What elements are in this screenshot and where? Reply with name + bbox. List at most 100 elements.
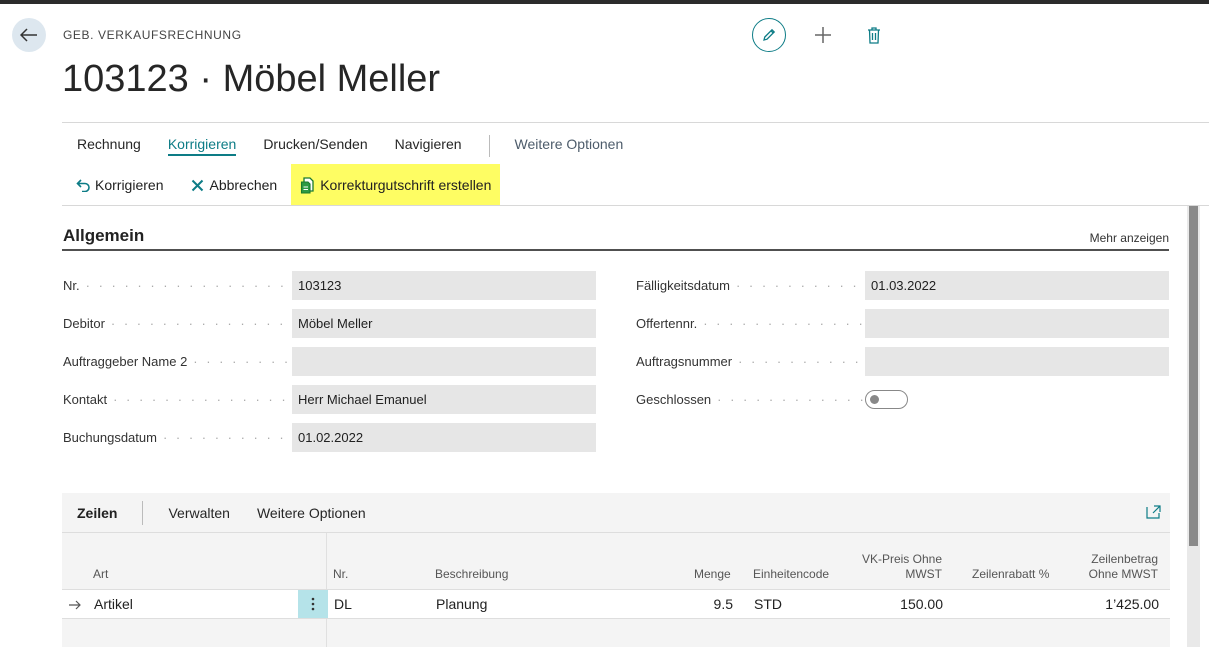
header-divider bbox=[62, 122, 1209, 123]
undo-icon bbox=[76, 178, 90, 192]
kontakt-input[interactable]: Herr Michael Emanuel bbox=[292, 384, 596, 414]
toggle-knob bbox=[870, 394, 879, 404]
cell-nr[interactable]: DL bbox=[334, 590, 352, 618]
buchungsdatum-input[interactable]: 01.02.2022 bbox=[292, 422, 596, 452]
credit-memo-icon bbox=[300, 176, 315, 194]
new-button[interactable] bbox=[810, 22, 836, 48]
tab-navigieren[interactable]: Navigieren bbox=[395, 136, 462, 156]
edit-button[interactable] bbox=[752, 18, 786, 52]
field-auftragsnummer: Auftragsnummer · · · · · · · · · · · · · … bbox=[636, 346, 1169, 376]
cell-beschreibung[interactable]: Planung bbox=[436, 590, 487, 618]
pencil-icon bbox=[763, 28, 776, 41]
close-x-icon bbox=[191, 179, 204, 192]
lines-separator bbox=[142, 500, 144, 525]
dot-leader: · · · · · · · · · · · · · · · · bbox=[738, 353, 865, 369]
dot-leader: · · · · · · · · · · · · · · · · · · · · bbox=[717, 391, 865, 407]
field-label: Auftragsnummer bbox=[636, 353, 733, 369]
field-label: Auftraggeber Name 2 bbox=[63, 353, 188, 369]
field-label: Nr. bbox=[63, 277, 80, 293]
abbrechen-label: Abbrechen bbox=[209, 177, 278, 193]
actions-divider bbox=[62, 205, 1209, 206]
arrow-left-icon bbox=[20, 28, 37, 42]
field-label: Buchungsdatum bbox=[63, 429, 157, 445]
row-selector-arrow-icon[interactable] bbox=[68, 590, 82, 618]
lines-part: Zeilen Verwalten Weitere Optionen Art Nr… bbox=[62, 493, 1170, 647]
delete-button[interactable] bbox=[864, 22, 884, 48]
trash-icon bbox=[868, 26, 880, 44]
action-bar: Korrigieren Abbrechen Korrekturgutschrif… bbox=[62, 164, 501, 206]
col-header-zeilenrabatt[interactable]: Zeilenrabatt % bbox=[972, 567, 1049, 582]
field-offertennr: Offertennr. · · · · · · · · · · · · · · ·… bbox=[636, 308, 1169, 338]
dot-leader: · · · · · · · · · · · · · · · · · · · · … bbox=[703, 315, 865, 331]
field-label: Offertennr. bbox=[636, 315, 698, 331]
section-underline bbox=[62, 249, 1169, 251]
lines-header: Zeilen Verwalten Weitere Optionen bbox=[62, 493, 1170, 533]
page-title: 103123 · Möbel Meller bbox=[62, 58, 441, 100]
korrekturgutschrift-erstellen-button[interactable]: Korrekturgutschrift erstellen bbox=[291, 164, 501, 206]
debitor-input[interactable]: Möbel Meller bbox=[292, 308, 596, 338]
tab-drucken-senden[interactable]: Drucken/Senden bbox=[263, 136, 367, 156]
lines-menu-weitere-optionen[interactable]: Weitere Optionen bbox=[257, 505, 366, 521]
scrollbar-thumb[interactable] bbox=[1189, 206, 1198, 546]
window-top-bar bbox=[0, 0, 1209, 4]
abbrechen-button[interactable]: Abbrechen bbox=[177, 164, 291, 206]
row-menu-button[interactable] bbox=[298, 590, 328, 618]
back-button[interactable] bbox=[12, 18, 46, 52]
dot-leader: · · · · · · · · · · · · · · · · · · · · … bbox=[110, 315, 292, 331]
cell-zeilenbetrag[interactable]: 1’425.00 bbox=[1062, 590, 1159, 618]
show-more-link[interactable]: Mehr anzeigen bbox=[1090, 231, 1169, 245]
col-header-einheitencode[interactable]: Einheitencode bbox=[753, 567, 829, 582]
col-header-vk-preis-line1: VK-Preis Ohne bbox=[861, 552, 942, 566]
col-header-zeilenbetrag-line2: Ohne MWST bbox=[1088, 567, 1158, 581]
dot-leader: · · · · · · · · · · · · · · · · · · · · … bbox=[113, 391, 292, 407]
table-row[interactable]: Artikel DL Planung 9.5 STD 150.00 1’425.… bbox=[62, 590, 1170, 618]
geschlossen-toggle[interactable] bbox=[865, 389, 908, 409]
header-actions bbox=[752, 18, 884, 52]
lines-menu-verwalten[interactable]: Verwalten bbox=[168, 505, 229, 521]
col-header-zeilenbetrag[interactable]: Zeilenbetrag Ohne MWST bbox=[1062, 552, 1158, 582]
col-header-nr[interactable]: Nr. bbox=[333, 567, 348, 582]
nr-input[interactable]: 103123 bbox=[292, 270, 596, 300]
tab-separator bbox=[488, 135, 490, 157]
dot-leader: · · · · · · · · · · · · · · · · · · bbox=[162, 429, 292, 445]
tab-korrigieren[interactable]: Korrigieren bbox=[167, 136, 237, 156]
offertennr-input[interactable] bbox=[865, 308, 1169, 338]
tab-rechnung[interactable]: Rechnung bbox=[77, 136, 141, 156]
tab-weitere-optionen[interactable]: Weitere Optionen bbox=[515, 136, 624, 156]
field-auftraggeber-name-2: Auftraggeber Name 2 · · · · · · · · · · bbox=[63, 346, 596, 376]
lines-title[interactable]: Zeilen bbox=[77, 505, 117, 521]
korrigieren-label: Korrigieren bbox=[95, 177, 164, 193]
cell-vk-preis[interactable]: 150.00 bbox=[842, 590, 943, 618]
dot-leader: · · · · · · · · · · bbox=[193, 353, 292, 369]
field-label: Fälligkeitsdatum bbox=[636, 277, 730, 293]
cell-einheitencode[interactable]: STD bbox=[754, 590, 782, 618]
section-title-allgemein[interactable]: Allgemein bbox=[63, 226, 144, 246]
col-header-menge[interactable]: Menge bbox=[694, 567, 731, 582]
field-kontakt: Kontakt · · · · · · · · · · · · · · · · ·… bbox=[63, 384, 596, 414]
col-header-beschreibung[interactable]: Beschreibung bbox=[435, 567, 508, 582]
expand-icon[interactable] bbox=[1146, 505, 1161, 522]
cell-menge[interactable]: 9.5 bbox=[662, 590, 733, 618]
action-tabs: Rechnung Korrigieren Drucken/Senden Navi… bbox=[77, 135, 650, 157]
field-geschlossen: Geschlossen · · · · · · · · · · · · · · ·… bbox=[636, 384, 908, 414]
field-nr: Nr. · · · · · · · · · · · · · · · · · · ·… bbox=[63, 270, 596, 300]
auftraggeber-name-2-input[interactable] bbox=[292, 346, 596, 376]
faelligkeitsdatum-input[interactable]: 01.03.2022 bbox=[865, 270, 1169, 300]
col-header-vk-preis-line2: MWST bbox=[905, 567, 942, 581]
col-header-zeilenbetrag-line1: Zeilenbetrag bbox=[1091, 552, 1158, 566]
korrekturgutschrift-label: Korrekturgutschrift erstellen bbox=[320, 177, 492, 193]
field-label: Kontakt bbox=[63, 391, 108, 407]
col-header-art[interactable]: Art bbox=[93, 567, 108, 582]
dot-leader: · · · · · · · · · · · · · · · · · · · · … bbox=[85, 277, 292, 293]
field-debitor: Debitor · · · · · · · · · · · · · · · · ·… bbox=[63, 308, 596, 338]
field-label: Debitor bbox=[63, 315, 105, 331]
field-faelligkeitsdatum: Fälligkeitsdatum · · · · · · · · · · · · … bbox=[636, 270, 1169, 300]
page-caption: GEB. VERKAUFSRECHNUNG bbox=[63, 28, 242, 42]
plus-icon bbox=[815, 27, 831, 43]
vertical-scrollbar[interactable] bbox=[1187, 206, 1200, 647]
korrigieren-button[interactable]: Korrigieren bbox=[62, 164, 177, 206]
cell-art[interactable]: Artikel bbox=[94, 590, 133, 618]
auftragsnummer-input[interactable] bbox=[865, 346, 1169, 376]
field-buchungsdatum: Buchungsdatum · · · · · · · · · · · · · ·… bbox=[63, 422, 596, 452]
col-header-vk-preis[interactable]: VK-Preis Ohne MWST bbox=[842, 552, 942, 582]
